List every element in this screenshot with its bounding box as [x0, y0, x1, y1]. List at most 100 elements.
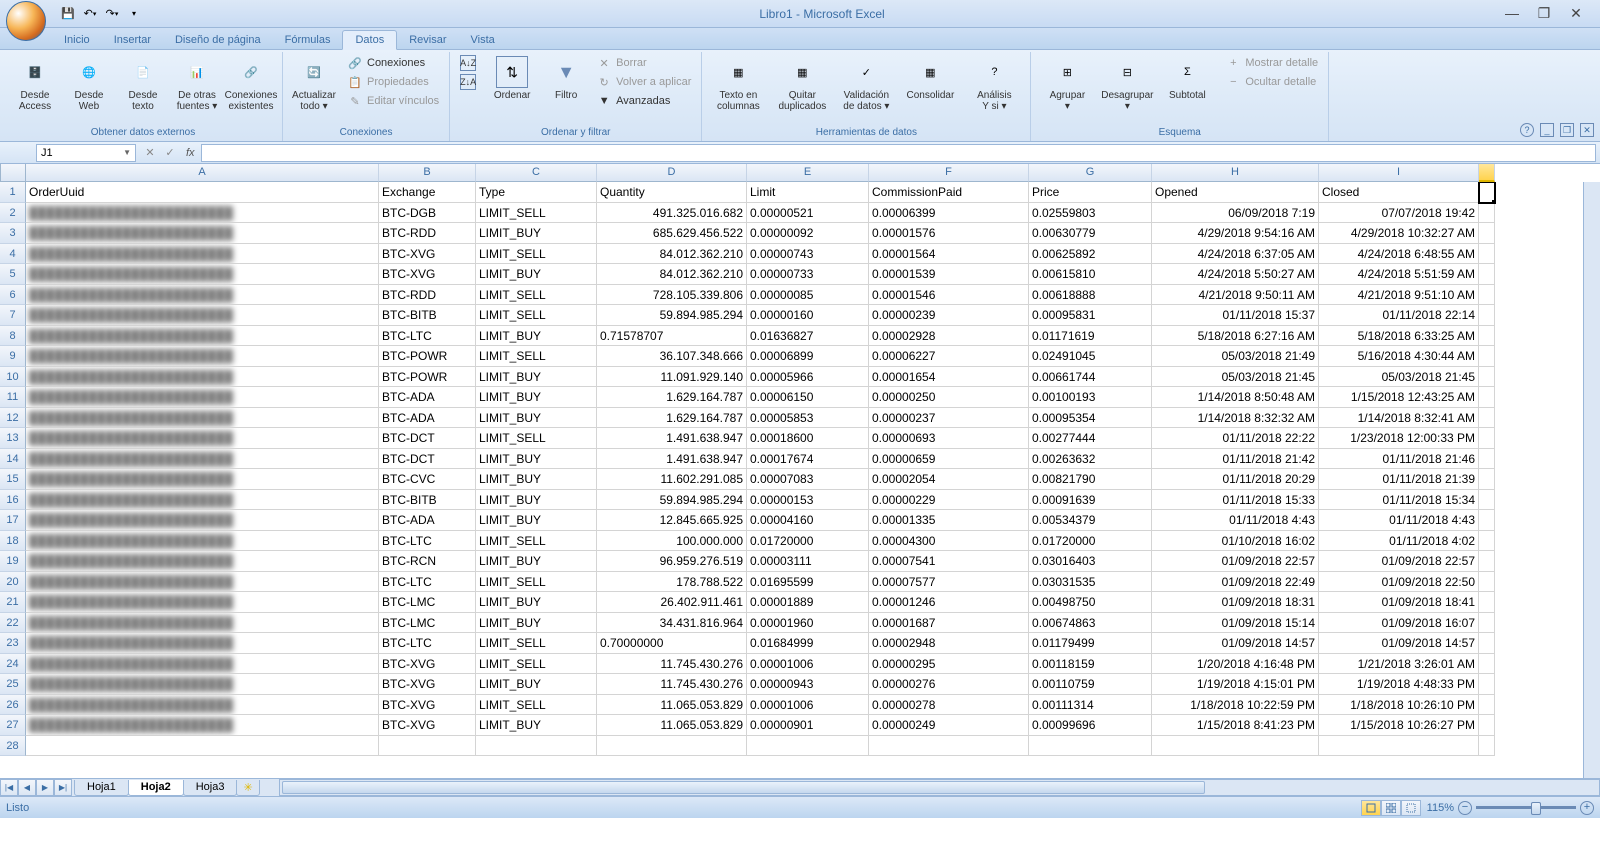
- cell[interactable]: 0.00111314: [1029, 695, 1152, 716]
- cell[interactable]: BTC-ADA: [379, 387, 476, 408]
- cell[interactable]: 0.00618888: [1029, 285, 1152, 306]
- cell[interactable]: [1479, 223, 1495, 244]
- sort-az-button[interactable]: A↓Z: [456, 54, 480, 72]
- cell[interactable]: 01/09/2018 14:57: [1319, 633, 1479, 654]
- cell[interactable]: 0.01720000: [1029, 531, 1152, 552]
- cell[interactable]: LIMIT_SELL: [476, 654, 597, 675]
- cell[interactable]: 0.00001889: [747, 592, 869, 613]
- cell[interactable]: BTC-ADA: [379, 408, 476, 429]
- row-header-17[interactable]: 17: [0, 510, 26, 531]
- column-header-H[interactable]: H: [1152, 164, 1319, 182]
- cell[interactable]: 0.00006150: [747, 387, 869, 408]
- avanzadas-button[interactable]: ▼Avanzadas: [592, 92, 695, 110]
- qat-save[interactable]: 💾: [58, 4, 78, 24]
- cell[interactable]: 0.00100193: [1029, 387, 1152, 408]
- cell[interactable]: BTC-DGB: [379, 203, 476, 224]
- cell[interactable]: 11.091.929.140: [597, 367, 747, 388]
- cell[interactable]: [1479, 531, 1495, 552]
- tab-diseño-de-página[interactable]: Diseño de página: [163, 31, 273, 49]
- cell[interactable]: LIMIT_BUY: [476, 408, 597, 429]
- sheet-nav-first[interactable]: |◀: [0, 779, 18, 796]
- cell[interactable]: 0.00006227: [869, 346, 1029, 367]
- zoom-value[interactable]: 115%: [1427, 802, 1454, 814]
- cell[interactable]: 0.00018600: [747, 428, 869, 449]
- column-header-J[interactable]: [1479, 164, 1495, 182]
- cell[interactable]: LIMIT_SELL: [476, 428, 597, 449]
- row-header-6[interactable]: 6: [0, 285, 26, 306]
- minimize-button[interactable]: —: [1500, 5, 1524, 22]
- active-cell[interactable]: [1479, 182, 1495, 203]
- cell[interactable]: ████████████████████████: [26, 408, 379, 429]
- cell[interactable]: BTC-BITB: [379, 490, 476, 511]
- subtotal-button[interactable]: ΣSubtotal: [1157, 54, 1217, 114]
- desde-button[interactable]: 🗄️Desde Access: [10, 54, 60, 114]
- tab-datos[interactable]: Datos: [342, 30, 397, 50]
- row-header-14[interactable]: 14: [0, 449, 26, 470]
- cell[interactable]: 01/09/2018 16:07: [1319, 613, 1479, 634]
- row-header-21[interactable]: 21: [0, 592, 26, 613]
- cell[interactable]: 01/09/2018 22:57: [1319, 551, 1479, 572]
- cell[interactable]: [1479, 613, 1495, 634]
- cell[interactable]: 0.00001564: [869, 244, 1029, 265]
- cell[interactable]: 1/14/2018 8:32:32 AM: [1152, 408, 1319, 429]
- cell[interactable]: 0.00001006: [747, 654, 869, 675]
- cell[interactable]: 0.00007577: [869, 572, 1029, 593]
- cell[interactable]: ████████████████████████: [26, 592, 379, 613]
- cell[interactable]: 0.00498750: [1029, 592, 1152, 613]
- sheet-tab-hoja2[interactable]: Hoja2: [128, 780, 184, 796]
- cell[interactable]: 0.00000092: [747, 223, 869, 244]
- cell[interactable]: 5/18/2018 6:33:25 AM: [1319, 326, 1479, 347]
- cell[interactable]: 0.00000229: [869, 490, 1029, 511]
- cell[interactable]: 01/11/2018 21:42: [1152, 449, 1319, 470]
- cell[interactable]: 1/15/2018 8:41:23 PM: [1152, 715, 1319, 736]
- cell[interactable]: 0.01684999: [747, 633, 869, 654]
- maximize-button[interactable]: ❐: [1532, 5, 1556, 22]
- cell[interactable]: LIMIT_SELL: [476, 285, 597, 306]
- cell[interactable]: 0.02491045: [1029, 346, 1152, 367]
- cell[interactable]: LIMIT_BUY: [476, 592, 597, 613]
- cell[interactable]: 0.00000295: [869, 654, 1029, 675]
- office-button[interactable]: [6, 1, 46, 41]
- cell[interactable]: 59.894.985.294: [597, 305, 747, 326]
- cell[interactable]: 0.00006899: [747, 346, 869, 367]
- cell[interactable]: ████████████████████████: [26, 367, 379, 388]
- filtro-button[interactable]: ▼ Filtro: [544, 54, 588, 103]
- cell[interactable]: [1479, 367, 1495, 388]
- column-header-I[interactable]: I: [1319, 164, 1479, 182]
- cell[interactable]: [597, 736, 747, 757]
- cell[interactable]: [1479, 736, 1495, 757]
- cell[interactable]: 1/23/2018 12:00:33 PM: [1319, 428, 1479, 449]
- actualizar-todo-button[interactable]: 🔄 Actualizar todo ▾: [289, 54, 339, 114]
- cell[interactable]: 0.03016403: [1029, 551, 1152, 572]
- zoom-slider[interactable]: [1476, 806, 1576, 809]
- cell[interactable]: [1479, 592, 1495, 613]
- cell[interactable]: BTC-BITB: [379, 305, 476, 326]
- cell[interactable]: 0.00017674: [747, 449, 869, 470]
- cell[interactable]: 05/03/2018 21:45: [1319, 367, 1479, 388]
- cell[interactable]: [1029, 736, 1152, 757]
- row-header-22[interactable]: 22: [0, 613, 26, 634]
- row-header-28[interactable]: 28: [0, 736, 26, 757]
- cell[interactable]: [1479, 285, 1495, 306]
- cell[interactable]: [1479, 695, 1495, 716]
- cell[interactable]: 05/03/2018 21:45: [1152, 367, 1319, 388]
- cell[interactable]: ████████████████████████: [26, 387, 379, 408]
- horizontal-scrollbar[interactable]: [279, 779, 1600, 796]
- cell[interactable]: LIMIT_BUY: [476, 264, 597, 285]
- cell[interactable]: 0.01695599: [747, 572, 869, 593]
- cell[interactable]: 0.00006399: [869, 203, 1029, 224]
- cell[interactable]: ████████████████████████: [26, 264, 379, 285]
- cell[interactable]: LIMIT_BUY: [476, 469, 597, 490]
- cell[interactable]: BTC-LTC: [379, 572, 476, 593]
- cell[interactable]: LIMIT_SELL: [476, 203, 597, 224]
- desde-button[interactable]: 🌐Desde Web: [64, 54, 114, 114]
- cell[interactable]: 0.00001960: [747, 613, 869, 634]
- cell[interactable]: 0.00001654: [869, 367, 1029, 388]
- cell[interactable]: BTC-LMC: [379, 592, 476, 613]
- cell[interactable]: ████████████████████████: [26, 715, 379, 736]
- cell[interactable]: 36.107.348.666: [597, 346, 747, 367]
- qat-redo[interactable]: ↷▾: [102, 4, 122, 24]
- cell[interactable]: ████████████████████████: [26, 531, 379, 552]
- cell[interactable]: 0.02559803: [1029, 203, 1152, 224]
- cell[interactable]: 05/03/2018 21:49: [1152, 346, 1319, 367]
